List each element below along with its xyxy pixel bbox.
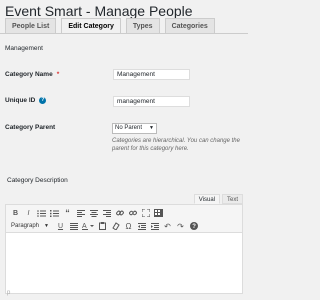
category-parent-select[interactable]: No Parent ▼ xyxy=(112,123,157,134)
editor-content-area[interactable] xyxy=(6,233,242,293)
tab-visual[interactable]: Visual xyxy=(193,194,220,204)
unlink-icon[interactable] xyxy=(126,207,139,219)
category-parent-selected: No Parent xyxy=(115,125,143,131)
blockquote-icon[interactable]: “ xyxy=(61,207,74,219)
undo-icon[interactable]: ↶ xyxy=(161,220,174,232)
rich-text-editor: B I “ Paragraph ▼ U A Ω ↶ ↷ ? xyxy=(5,204,243,294)
chevron-down-icon: ▼ xyxy=(149,125,154,131)
editor-toolbar: B I “ Paragraph ▼ U A Ω ↶ ↷ ? xyxy=(6,205,242,233)
numbered-list-icon[interactable] xyxy=(48,207,61,219)
category-name-label: Category Name * xyxy=(5,71,59,78)
align-center-icon[interactable] xyxy=(87,207,100,219)
editor-path-indicator: p xyxy=(7,290,11,296)
category-parent-description: Categories are hierarchical. You can cha… xyxy=(112,138,240,152)
help-circle-icon[interactable]: ? xyxy=(187,220,200,232)
underline-icon[interactable]: U xyxy=(54,220,67,232)
italic-icon[interactable]: I xyxy=(22,207,35,219)
toolbar-row-1: B I “ xyxy=(9,207,239,219)
tab-divider xyxy=(0,33,248,34)
align-right-icon[interactable] xyxy=(100,207,113,219)
page-title: Event Smart - Manage People xyxy=(5,3,193,19)
category-parent-label: Category Parent xyxy=(5,124,56,131)
bold-icon[interactable]: B xyxy=(9,207,22,219)
bullet-list-icon[interactable] xyxy=(35,207,48,219)
tab-text[interactable]: Text xyxy=(221,194,243,204)
editor-mode-tabs: Visual Text xyxy=(192,194,243,204)
outdent-icon[interactable] xyxy=(135,220,148,232)
category-description-heading: Category Description xyxy=(7,177,68,184)
format-select[interactable]: Paragraph ▼ xyxy=(9,221,51,231)
section-label: Management xyxy=(5,45,43,52)
toolbar-row-2: Paragraph ▼ U A Ω ↶ ↷ ? xyxy=(9,220,239,232)
link-icon[interactable] xyxy=(113,207,126,219)
svg-text:?: ? xyxy=(192,224,196,230)
toolbar-toggle-icon[interactable] xyxy=(152,207,165,219)
text-color-icon[interactable]: A xyxy=(80,220,96,232)
clear-formatting-icon[interactable] xyxy=(109,220,122,232)
chevron-down-icon: ▼ xyxy=(44,223,49,229)
align-left-icon[interactable] xyxy=(74,207,87,219)
help-icon[interactable]: ? xyxy=(39,97,47,104)
tab-categories[interactable]: Categories xyxy=(164,18,215,33)
justify-icon[interactable] xyxy=(67,220,80,232)
category-name-label-text: Category Name xyxy=(5,71,53,78)
unique-id-label-text: Unique ID xyxy=(5,97,36,105)
unique-id-label: Unique ID? xyxy=(5,97,47,105)
paste-text-icon[interactable] xyxy=(96,220,109,232)
required-marker: * xyxy=(56,71,60,78)
tab-people-list[interactable]: People List xyxy=(5,18,57,33)
svg-text:A: A xyxy=(82,223,87,230)
fullscreen-icon[interactable] xyxy=(139,207,152,219)
format-select-value: Paragraph xyxy=(11,223,40,229)
tab-edit-category[interactable]: Edit Category xyxy=(61,18,121,33)
redo-icon[interactable]: ↷ xyxy=(174,220,187,232)
special-character-icon[interactable]: Ω xyxy=(122,220,135,232)
tab-bar: People List Edit Category Types Categori… xyxy=(5,18,215,33)
tab-types[interactable]: Types xyxy=(125,18,160,33)
category-name-input[interactable]: Management xyxy=(113,69,190,80)
unique-id-input[interactable]: management xyxy=(113,96,190,107)
indent-icon[interactable] xyxy=(148,220,161,232)
